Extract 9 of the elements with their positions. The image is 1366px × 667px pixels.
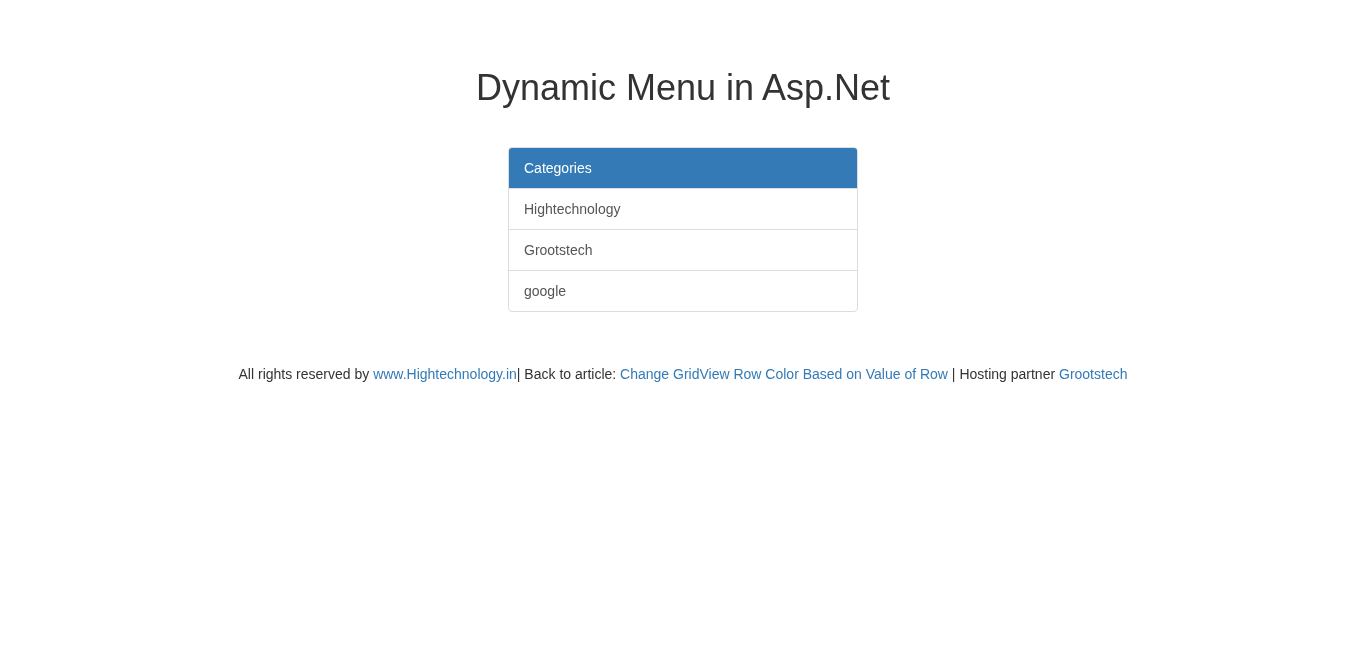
footer-link[interactable]: Change GridView Row Color Based on Value of Row	[620, 365, 948, 382]
menu-heading: Categories	[509, 147, 857, 188]
menu-item[interactable]: google	[509, 269, 857, 311]
footer-link[interactable]: Grootstech	[1059, 365, 1128, 382]
menu-item[interactable]: Hightechnology	[509, 187, 857, 229]
menu-item[interactable]: Grootstech	[509, 228, 857, 270]
page-title: Dynamic Menu in Asp.Net	[475, 68, 891, 108]
footer-text: All rights reserved by www.Hightechnology.in| Back to article: Change GridView Row Color Based on Value of Row | Hosting partner Grootstech	[238, 364, 1128, 384]
footer-link[interactable]: www.Hightechnology.in	[373, 365, 517, 382]
